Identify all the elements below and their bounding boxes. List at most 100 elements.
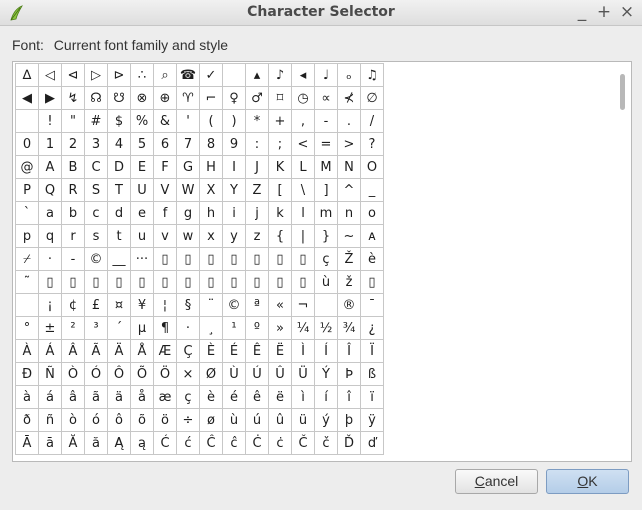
char-cell[interactable]: i [222,201,246,225]
char-cell[interactable]: Ď [337,431,361,455]
char-cell[interactable]: 1 [38,132,62,156]
char-cell[interactable]: À [15,339,39,363]
char-cell[interactable]: ▯ [176,270,200,294]
char-cell[interactable]: ª [245,293,269,317]
char-cell[interactable]: Ö [153,362,177,386]
char-cell[interactable]: ▯ [153,270,177,294]
char-cell[interactable]: _ [360,178,384,202]
char-cell[interactable]: ▴ [245,63,269,87]
char-cell[interactable]: V [153,178,177,202]
char-cell[interactable]: ø [199,408,223,432]
char-cell[interactable]: ] [314,178,338,202]
char-cell[interactable]: ç [314,247,338,271]
char-cell[interactable]: © [222,293,246,317]
char-cell[interactable]: Ò [61,362,85,386]
char-cell[interactable]: ▯ [199,247,223,271]
char-cell[interactable]: ù [314,270,338,294]
char-cell[interactable]: n [337,201,361,225]
char-cell[interactable]: ê [245,385,269,409]
char-cell[interactable]: ž [337,270,361,294]
char-cell[interactable]: ) [222,109,246,133]
char-cell[interactable]: © [84,247,108,271]
char-cell[interactable]: Ó [84,362,108,386]
char-cell[interactable]: % [130,109,154,133]
char-cell[interactable]: ô [107,408,131,432]
char-cell[interactable]: + [268,109,292,133]
char-cell[interactable]: ▯ [84,270,108,294]
char-cell[interactable]: Ú [245,362,269,386]
char-cell[interactable]: ¹ [222,316,246,340]
char-cell[interactable]: ß [360,362,384,386]
char-cell[interactable]: 8 [199,132,223,156]
char-cell[interactable]: g [176,201,200,225]
char-cell[interactable]: C [84,155,108,179]
char-cell[interactable]: ₒ [337,63,361,87]
char-cell[interactable]: T [107,178,131,202]
char-cell[interactable]: ° [15,316,39,340]
char-cell[interactable]: Ù [222,362,246,386]
char-cell[interactable]: ë [268,385,292,409]
ok-button[interactable]: OK [546,469,629,494]
char-cell[interactable]: æ [153,385,177,409]
char-cell[interactable]: ⊕ [153,86,177,110]
char-cell[interactable]: è [360,247,384,271]
char-cell[interactable]: Ü [291,362,315,386]
char-cell[interactable]: Ā [15,431,39,455]
char-cell[interactable] [222,63,246,87]
char-cell[interactable]: Č [291,431,315,455]
char-cell[interactable]: ò [61,408,85,432]
char-cell[interactable]: ▯ [153,247,177,271]
char-cell[interactable]: í [314,385,338,409]
char-cell[interactable]: q [38,224,62,248]
char-cell[interactable]: I [222,155,246,179]
char-cell[interactable]: ñ [38,408,62,432]
char-cell[interactable]: ⌑ [268,86,292,110]
char-cell[interactable]: ½ [314,316,338,340]
char-cell[interactable]: á [38,385,62,409]
char-cell[interactable]: Æ [153,339,177,363]
char-cell[interactable]: # [84,109,108,133]
char-cell[interactable]: A [38,155,62,179]
scrollbar-thumb[interactable] [620,74,625,110]
char-cell[interactable]: Ï [360,339,384,363]
char-cell[interactable]: ▯ [268,270,292,294]
char-cell[interactable]: ÷ [176,408,200,432]
char-cell[interactable]: Ô [107,362,131,386]
char-cell[interactable]: Ċ [245,431,269,455]
char-cell[interactable]: Ð [15,362,39,386]
char-cell[interactable]: Ą [107,431,131,455]
char-cell[interactable]: ? [360,132,384,156]
char-cell[interactable]: ▯ [130,270,154,294]
char-cell[interactable]: ` [15,201,39,225]
char-cell[interactable]: × [176,362,200,386]
char-cell[interactable]: k [268,201,292,225]
char-cell[interactable]: È [199,339,223,363]
char-cell[interactable]: è [199,385,223,409]
char-cell[interactable]: ↯ [61,86,85,110]
char-cell[interactable]: Ć [153,431,177,455]
char-cell[interactable]: ¼ [291,316,315,340]
char-cell[interactable]: r [61,224,85,248]
char-cell[interactable]: G [176,155,200,179]
char-cell[interactable]: s [84,224,108,248]
char-cell[interactable]: ì [291,385,315,409]
char-cell[interactable]: ^ [337,178,361,202]
char-cell[interactable]: ∝ [314,86,338,110]
char-cell[interactable]: « [268,293,292,317]
char-cell[interactable]: @ [15,155,39,179]
char-cell[interactable]: L [291,155,315,179]
char-cell[interactable]: ˜ [15,270,39,294]
char-cell[interactable]: · [176,316,200,340]
char-cell[interactable]: D [107,155,131,179]
char-cell[interactable]: ý [314,408,338,432]
char-cell[interactable]: ⌿ [15,247,39,271]
char-cell[interactable]: ♀ [222,86,246,110]
char-cell[interactable]: > [337,132,361,156]
char-cell[interactable]: ▯ [176,247,200,271]
char-cell[interactable]: ▯ [61,270,85,294]
char-cell[interactable]: ▯ [360,270,384,294]
char-cell[interactable]: ³ [84,316,108,340]
char-cell[interactable]: X [199,178,223,202]
char-cell[interactable]: = [314,132,338,156]
char-cell[interactable]: P [15,178,39,202]
